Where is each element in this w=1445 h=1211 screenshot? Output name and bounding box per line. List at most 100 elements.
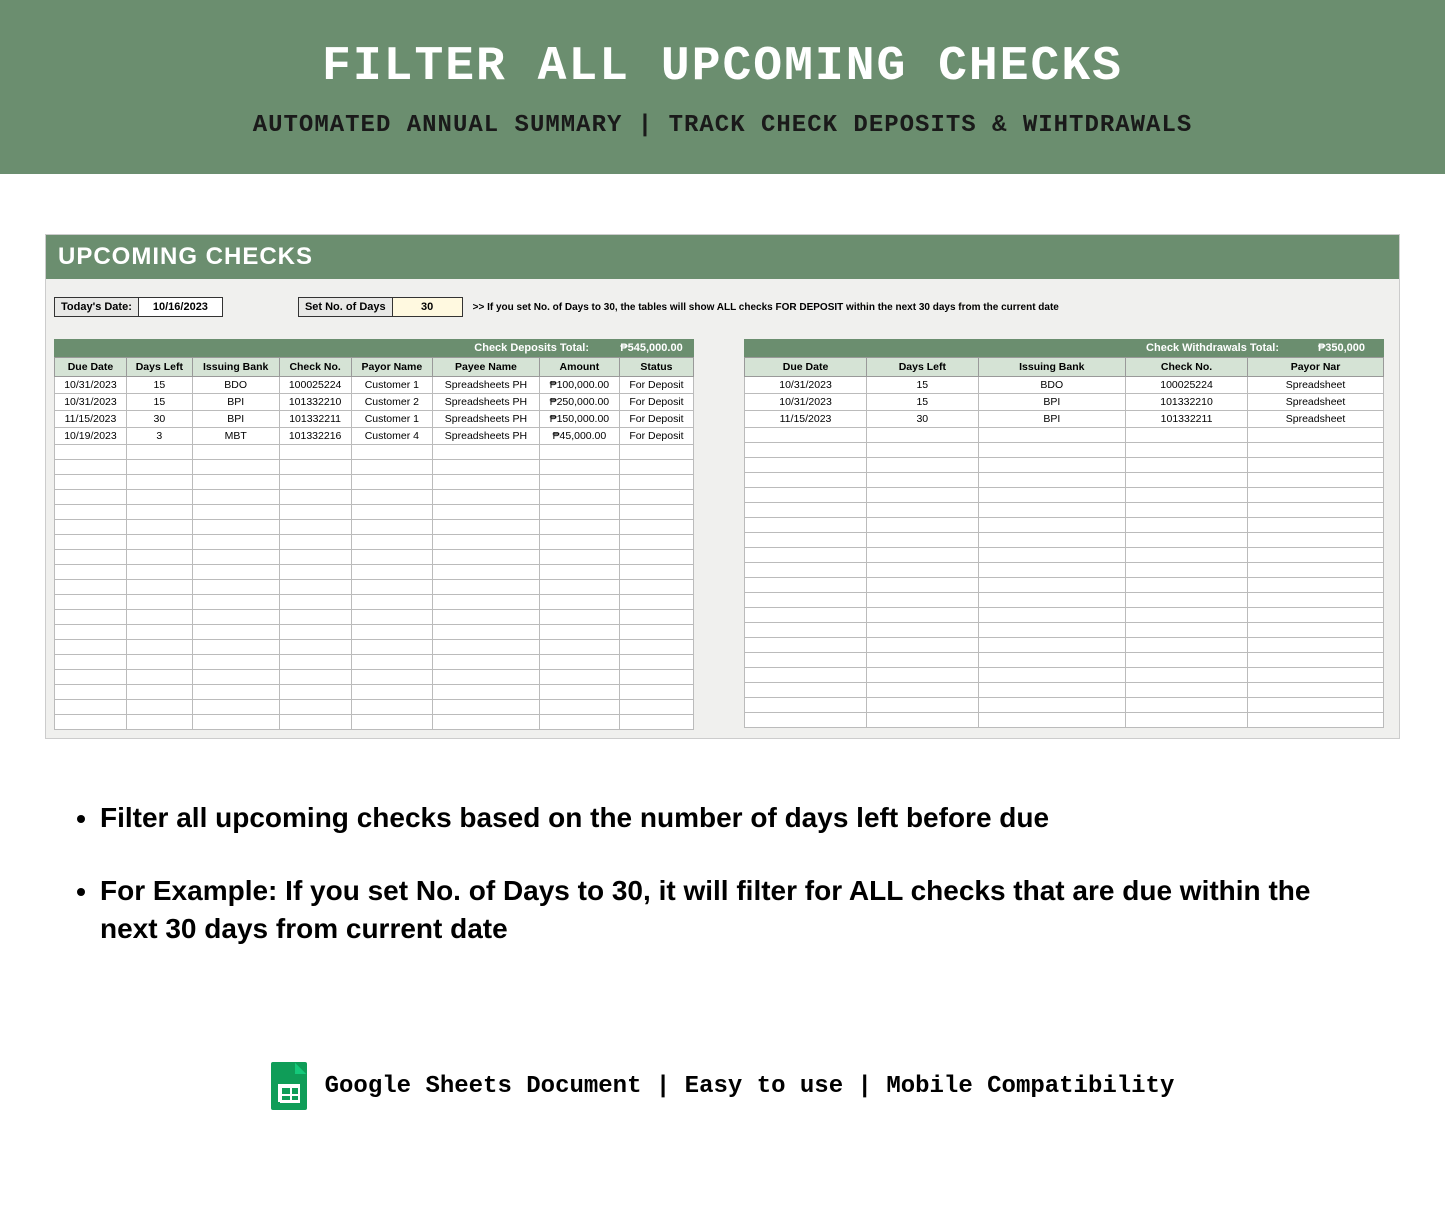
cell[interactable]: Spreadsheets PH <box>433 428 540 445</box>
cell[interactable]: 100025224 <box>1126 377 1248 394</box>
cell[interactable]: Spreadsheets PH <box>433 411 540 428</box>
table-row-empty[interactable] <box>745 593 1384 608</box>
cell[interactable]: ₱45,000.00 <box>539 428 619 445</box>
cell[interactable]: For Deposit <box>619 428 693 445</box>
cell[interactable]: For Deposit <box>619 394 693 411</box>
cell[interactable]: ₱100,000.00 <box>539 377 619 394</box>
column-header[interactable]: Days Left <box>867 358 979 377</box>
table-row-empty[interactable] <box>55 655 694 670</box>
table-row-empty[interactable] <box>745 683 1384 698</box>
table-row-empty[interactable] <box>55 505 694 520</box>
cell[interactable]: Spreadsheets PH <box>433 394 540 411</box>
cell[interactable]: BPI <box>978 394 1125 411</box>
table-row-empty[interactable] <box>745 428 1384 443</box>
cell[interactable]: 15 <box>126 377 192 394</box>
column-header[interactable]: Payor Nar <box>1248 358 1384 377</box>
cell[interactable]: 10/31/2023 <box>55 377 127 394</box>
cell[interactable]: 15 <box>867 377 979 394</box>
cell[interactable]: ₱250,000.00 <box>539 394 619 411</box>
table-row-empty[interactable] <box>745 578 1384 593</box>
table-row[interactable]: 10/31/202315BDO100025224Customer 1Spread… <box>55 377 694 394</box>
cell[interactable]: Customer 4 <box>351 428 432 445</box>
cell[interactable]: 15 <box>867 394 979 411</box>
table-row-empty[interactable] <box>55 700 694 715</box>
table-row-empty[interactable] <box>55 460 694 475</box>
column-header[interactable]: Due Date <box>745 358 867 377</box>
table-row[interactable]: 10/31/202315BPI101332210Customer 2Spread… <box>55 394 694 411</box>
cell[interactable]: BPI <box>192 394 279 411</box>
table-row[interactable]: 10/31/202315BPI101332210Spreadsheet <box>745 394 1384 411</box>
cell[interactable]: 30 <box>126 411 192 428</box>
column-header[interactable]: Due Date <box>55 358 127 377</box>
table-row-empty[interactable] <box>745 698 1384 713</box>
table-row-empty[interactable] <box>745 548 1384 563</box>
table-row[interactable]: 11/15/202330BPI101332211Customer 1Spread… <box>55 411 694 428</box>
cell[interactable]: 11/15/2023 <box>745 411 867 428</box>
cell[interactable]: Spreadsheet <box>1248 411 1384 428</box>
table-row[interactable]: 10/31/202315BDO100025224Spreadsheet <box>745 377 1384 394</box>
column-header[interactable]: Issuing Bank <box>192 358 279 377</box>
table-row-empty[interactable] <box>55 685 694 700</box>
cell[interactable]: 15 <box>126 394 192 411</box>
cell[interactable]: 101332211 <box>279 411 351 428</box>
table-row-empty[interactable] <box>745 623 1384 638</box>
cell[interactable]: 10/31/2023 <box>55 394 127 411</box>
table-row-empty[interactable] <box>55 610 694 625</box>
table-row-empty[interactable] <box>745 608 1384 623</box>
table-row-empty[interactable] <box>55 595 694 610</box>
table-row-empty[interactable] <box>745 443 1384 458</box>
table-row[interactable]: 10/19/20233MBT101332216Customer 4Spreads… <box>55 428 694 445</box>
cell[interactable]: For Deposit <box>619 411 693 428</box>
table-row-empty[interactable] <box>745 713 1384 728</box>
table-row-empty[interactable] <box>745 458 1384 473</box>
cell[interactable]: BDO <box>192 377 279 394</box>
table-row-empty[interactable] <box>55 640 694 655</box>
table-row-empty[interactable] <box>745 638 1384 653</box>
cell[interactable]: 10/31/2023 <box>745 394 867 411</box>
cell[interactable]: Customer 1 <box>351 411 432 428</box>
table-row-empty[interactable] <box>745 473 1384 488</box>
column-header[interactable]: Issuing Bank <box>978 358 1125 377</box>
cell[interactable]: Spreadsheets PH <box>433 377 540 394</box>
table-row-empty[interactable] <box>55 670 694 685</box>
table-row-empty[interactable] <box>55 445 694 460</box>
cell[interactable]: 101332210 <box>1126 394 1248 411</box>
cell[interactable]: BPI <box>978 411 1125 428</box>
cell[interactable]: 11/15/2023 <box>55 411 127 428</box>
column-header[interactable]: Check No. <box>279 358 351 377</box>
cell[interactable]: 100025224 <box>279 377 351 394</box>
table-row[interactable]: 11/15/202330BPI101332211Spreadsheet <box>745 411 1384 428</box>
cell[interactable]: Spreadsheet <box>1248 394 1384 411</box>
table-row-empty[interactable] <box>745 653 1384 668</box>
cell[interactable]: 3 <box>126 428 192 445</box>
withdrawals-table[interactable]: Due DateDays LeftIssuing BankCheck No.Pa… <box>744 357 1384 728</box>
cell[interactable]: 10/19/2023 <box>55 428 127 445</box>
table-row-empty[interactable] <box>55 535 694 550</box>
column-header[interactable]: Check No. <box>1126 358 1248 377</box>
table-row-empty[interactable] <box>55 520 694 535</box>
cell[interactable]: BPI <box>192 411 279 428</box>
table-row-empty[interactable] <box>745 488 1384 503</box>
table-row-empty[interactable] <box>745 503 1384 518</box>
cell[interactable]: 101332210 <box>279 394 351 411</box>
column-header[interactable]: Payee Name <box>433 358 540 377</box>
table-row-empty[interactable] <box>55 715 694 730</box>
cell[interactable]: Customer 1 <box>351 377 432 394</box>
table-row-empty[interactable] <box>55 625 694 640</box>
table-row-empty[interactable] <box>55 550 694 565</box>
table-row-empty[interactable] <box>745 563 1384 578</box>
deposits-table[interactable]: Due DateDays LeftIssuing BankCheck No.Pa… <box>54 357 694 730</box>
cell[interactable]: 101332216 <box>279 428 351 445</box>
cell[interactable]: 101332211 <box>1126 411 1248 428</box>
cell[interactable]: ₱150,000.00 <box>539 411 619 428</box>
table-row-empty[interactable] <box>55 475 694 490</box>
column-header[interactable]: Days Left <box>126 358 192 377</box>
table-row-empty[interactable] <box>745 518 1384 533</box>
cell[interactable]: Spreadsheet <box>1248 377 1384 394</box>
cell[interactable]: MBT <box>192 428 279 445</box>
cell[interactable]: BDO <box>978 377 1125 394</box>
cell[interactable]: 10/31/2023 <box>745 377 867 394</box>
cell[interactable]: Customer 2 <box>351 394 432 411</box>
column-header[interactable]: Status <box>619 358 693 377</box>
column-header[interactable]: Payor Name <box>351 358 432 377</box>
